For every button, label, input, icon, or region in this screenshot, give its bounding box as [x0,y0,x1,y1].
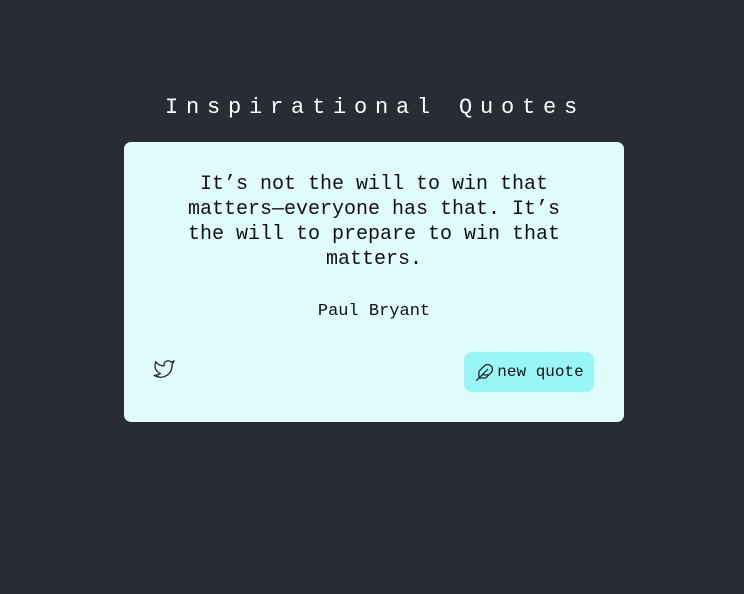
twitter-icon [153,360,175,378]
quote-text: It’s not the will to win that matters—ev… [187,173,561,271]
page-title: Inspirational Quotes [164,95,586,120]
tweet-quote-button[interactable] [151,356,177,382]
new-quote-label: new quote [497,363,584,381]
new-quote-button[interactable]: new quote [464,352,594,392]
quote-card: It’s not the will to win that matters—ev… [124,142,624,422]
feather-icon [474,362,494,382]
quote-author: Paul Bryant [317,302,431,321]
